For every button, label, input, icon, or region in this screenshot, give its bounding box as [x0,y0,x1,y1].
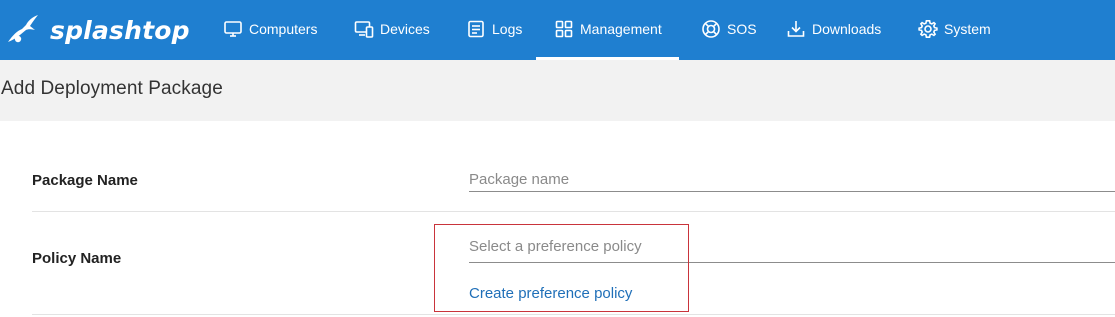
package-name-input[interactable] [469,167,1115,192]
row-divider [32,314,1115,315]
splashtop-logo[interactable]: splashtop [4,12,190,48]
create-preference-policy-link[interactable]: Create preference policy [469,285,632,302]
policy-select[interactable]: Select a preference policy [469,238,1115,263]
lifebuoy-icon [702,20,720,38]
nav-item-label: System [944,21,991,37]
nav-item-computers[interactable]: Computers [223,0,317,58]
nav-item-logs[interactable]: Logs [466,0,522,58]
nav-item-management[interactable]: Management [536,0,679,60]
policy-name-label: Policy Name [32,250,122,267]
grid-icon [555,20,573,38]
package-name-label: Package Name [32,172,138,189]
top-navigation-bar: splashtop Computers Devices Logs Managem… [0,0,1115,60]
page-title: Add Deployment Package [1,78,223,99]
nav-item-label: Computers [249,21,318,37]
nav-item-downloads[interactable]: Downloads [786,0,881,58]
download-icon [787,21,805,37]
devices-icon [354,21,374,38]
nav-item-label: Logs [492,21,523,37]
nav-item-label: Devices [380,21,430,37]
gear-icon [918,20,938,38]
splashtop-logo-icon [8,15,38,43]
brand-name: splashtop [50,15,190,45]
policy-select-placeholder: Select a preference policy [469,238,642,255]
logs-icon [468,20,484,38]
nav-item-system[interactable]: System [918,0,991,58]
nav-item-label: Management [580,21,662,37]
nav-item-devices[interactable]: Devices [354,0,430,58]
monitor-icon [224,21,242,37]
row-divider [32,211,1115,212]
nav-item-label: Downloads [812,21,882,37]
nav-item-label: SOS [727,21,757,37]
nav-item-sos[interactable]: SOS [701,0,757,58]
